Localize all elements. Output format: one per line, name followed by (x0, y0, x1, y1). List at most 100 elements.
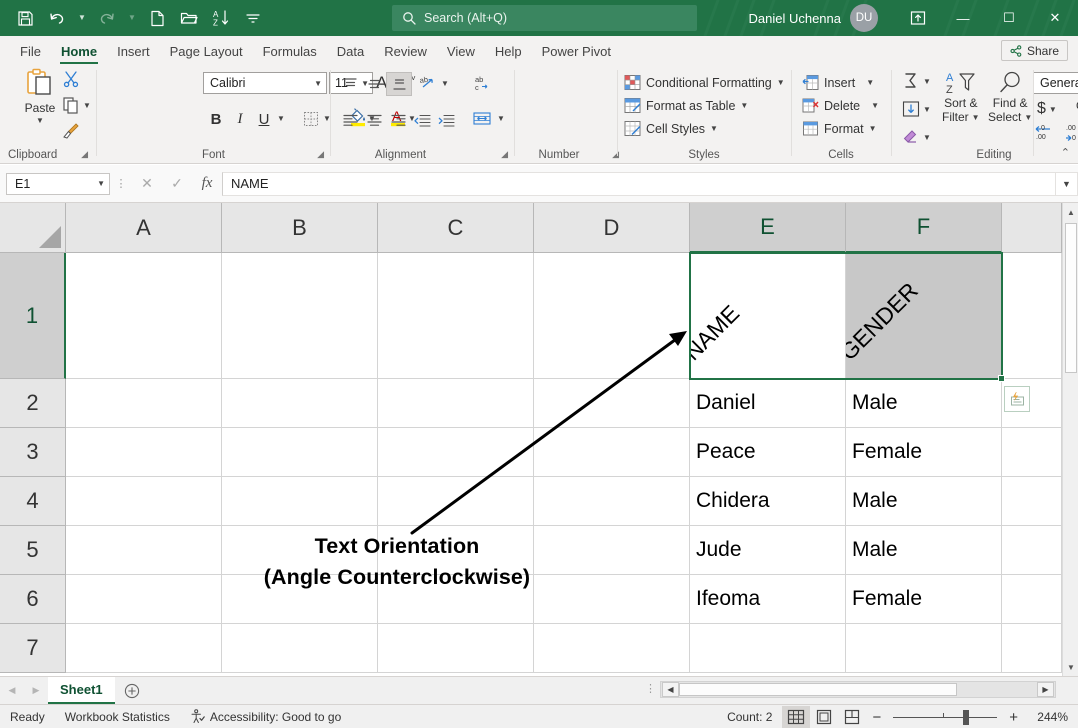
undo-icon[interactable] (42, 4, 72, 32)
ribbon-display-options-icon[interactable] (896, 0, 940, 36)
insert-function-icon[interactable]: fx (192, 172, 222, 196)
select-all-corner[interactable] (0, 203, 66, 253)
add-sheet-button[interactable] (115, 678, 149, 704)
format-cells-button[interactable]: Format ▼ (802, 120, 877, 137)
tab-view[interactable]: View (437, 38, 485, 64)
collapse-ribbon-button[interactable]: ⌃ (1061, 146, 1070, 159)
scroll-down-icon[interactable]: ▼ (1063, 658, 1078, 676)
clear-dropdown-icon[interactable]: ▼ (923, 133, 931, 142)
number-format-select[interactable]: General ▼ (1033, 72, 1078, 94)
cell-f6[interactable]: Female (846, 575, 1002, 624)
normal-view-button[interactable] (782, 706, 810, 728)
cell-g6[interactable] (1002, 575, 1062, 624)
scroll-up-icon[interactable]: ▲ (1063, 203, 1078, 221)
paste-dropdown-icon[interactable]: ▼ (36, 116, 44, 125)
row-header-7[interactable]: 7 (0, 624, 66, 673)
cell-g7[interactable] (1002, 624, 1062, 673)
accounting-format-button[interactable]: $ ▼ (1037, 100, 1057, 118)
column-header-b[interactable]: B (222, 203, 378, 253)
maximize-button[interactable]: ☐ (986, 0, 1032, 36)
underline-button[interactable]: U (252, 108, 276, 130)
next-sheet-icon[interactable]: ▶ (24, 678, 48, 704)
new-file-icon[interactable] (142, 4, 172, 32)
conditional-formatting-button[interactable]: Conditional Formatting ▼ (624, 74, 785, 91)
cell-d3[interactable] (534, 428, 690, 477)
accounting-dropdown-icon[interactable]: ▼ (1049, 105, 1057, 114)
column-header-a[interactable]: A (66, 203, 222, 253)
cell-styles-dropdown-icon[interactable]: ▼ (710, 124, 718, 133)
wrap-text-button[interactable]: abc (469, 72, 495, 94)
zoom-in-button[interactable]: + (1003, 709, 1024, 726)
customize-qat-icon[interactable] (238, 4, 268, 32)
column-header-g[interactable] (1002, 203, 1062, 253)
alignment-dialog-launcher[interactable]: ◢ (501, 149, 508, 160)
top-align-button[interactable] (338, 73, 362, 95)
cancel-icon[interactable]: ✕ (132, 172, 162, 196)
cell-b4[interactable] (222, 477, 378, 526)
cell-e4[interactable]: Chidera (690, 477, 846, 526)
share-button[interactable]: Share (1001, 40, 1068, 61)
cell-e1[interactable]: NAME (690, 253, 846, 379)
font-name-input[interactable]: Calibri ▼ (203, 72, 327, 94)
underline-dropdown-icon[interactable]: ▼ (277, 114, 285, 123)
enter-icon[interactable]: ✓ (162, 172, 192, 196)
align-right-button[interactable] (386, 109, 410, 131)
column-header-f[interactable]: F (846, 203, 1002, 253)
delete-cells-button[interactable]: Delete ▼ (802, 97, 879, 114)
increase-indent-button[interactable] (434, 109, 458, 131)
zoom-slider[interactable] (893, 706, 997, 728)
page-layout-view-button[interactable] (810, 706, 838, 728)
tab-review[interactable]: Review (374, 38, 437, 64)
name-box-dropdown-icon[interactable]: ▼ (97, 179, 105, 188)
cell-f2[interactable]: Male (846, 379, 1002, 428)
tab-power-pivot[interactable]: Power Pivot (532, 38, 621, 64)
cell-a3[interactable] (66, 428, 222, 477)
tab-file[interactable]: File (10, 38, 51, 64)
sort-filter-dropdown-icon[interactable]: ▼ (972, 113, 980, 122)
insert-cells-button[interactable]: Insert ▼ (802, 74, 874, 91)
cell-a7[interactable] (66, 624, 222, 673)
cell-d4[interactable] (534, 477, 690, 526)
tab-page-layout[interactable]: Page Layout (160, 38, 253, 64)
copy-button[interactable]: ▼ (62, 96, 91, 114)
font-name-dropdown-icon[interactable]: ▼ (314, 79, 322, 88)
user-name[interactable]: Daniel Uchenna (748, 11, 850, 26)
insert-cells-dropdown-icon[interactable]: ▼ (860, 78, 874, 87)
cell-f7[interactable] (846, 624, 1002, 673)
tab-insert[interactable]: Insert (107, 38, 160, 64)
cell-c2[interactable] (378, 379, 534, 428)
cell-f1[interactable]: GENDER (846, 253, 1002, 379)
workbook-statistics-button[interactable]: Workbook Statistics (55, 710, 180, 724)
scroll-right-icon[interactable]: ▶ (1037, 682, 1054, 697)
clipboard-dialog-launcher[interactable]: ◢ (81, 149, 88, 160)
autosum-button[interactable]: ▼ (902, 72, 931, 90)
tab-help[interactable]: Help (485, 38, 532, 64)
redo-dropdown-icon[interactable]: ▼ (124, 4, 140, 32)
middle-align-button[interactable] (362, 73, 386, 95)
avatar[interactable]: DU (850, 4, 878, 32)
column-header-d[interactable]: D (534, 203, 690, 253)
row-header-2[interactable]: 2 (0, 379, 66, 428)
sort-and-filter-button[interactable]: AZ Sort & Filter ▼ (942, 70, 980, 124)
save-icon[interactable] (10, 4, 40, 32)
count-indicator[interactable]: Count: 2 (717, 710, 782, 724)
merge-center-button[interactable] (469, 108, 495, 130)
copy-dropdown-icon[interactable]: ▼ (83, 101, 91, 110)
tab-data[interactable]: Data (327, 38, 374, 64)
row-header-5[interactable]: 5 (0, 526, 66, 575)
row-header-1[interactable]: 1 (0, 253, 66, 379)
accessibility-button[interactable]: Accessibility: Good to go (180, 709, 351, 724)
row-header-4[interactable]: 4 (0, 477, 66, 526)
cell-d1[interactable] (534, 253, 690, 379)
cell-e7[interactable] (690, 624, 846, 673)
cell-b2[interactable] (222, 379, 378, 428)
row-header-6[interactable]: 6 (0, 575, 66, 624)
find-select-dropdown-icon[interactable]: ▼ (1024, 113, 1032, 122)
cell-d2[interactable] (534, 379, 690, 428)
close-button[interactable]: ✕ (1032, 0, 1078, 36)
page-break-preview-button[interactable] (838, 706, 866, 728)
minimize-button[interactable]: — (940, 0, 986, 36)
delete-cells-dropdown-icon[interactable]: ▼ (865, 101, 879, 110)
align-left-button[interactable] (338, 109, 362, 131)
scroll-left-icon[interactable]: ◀ (662, 682, 679, 697)
